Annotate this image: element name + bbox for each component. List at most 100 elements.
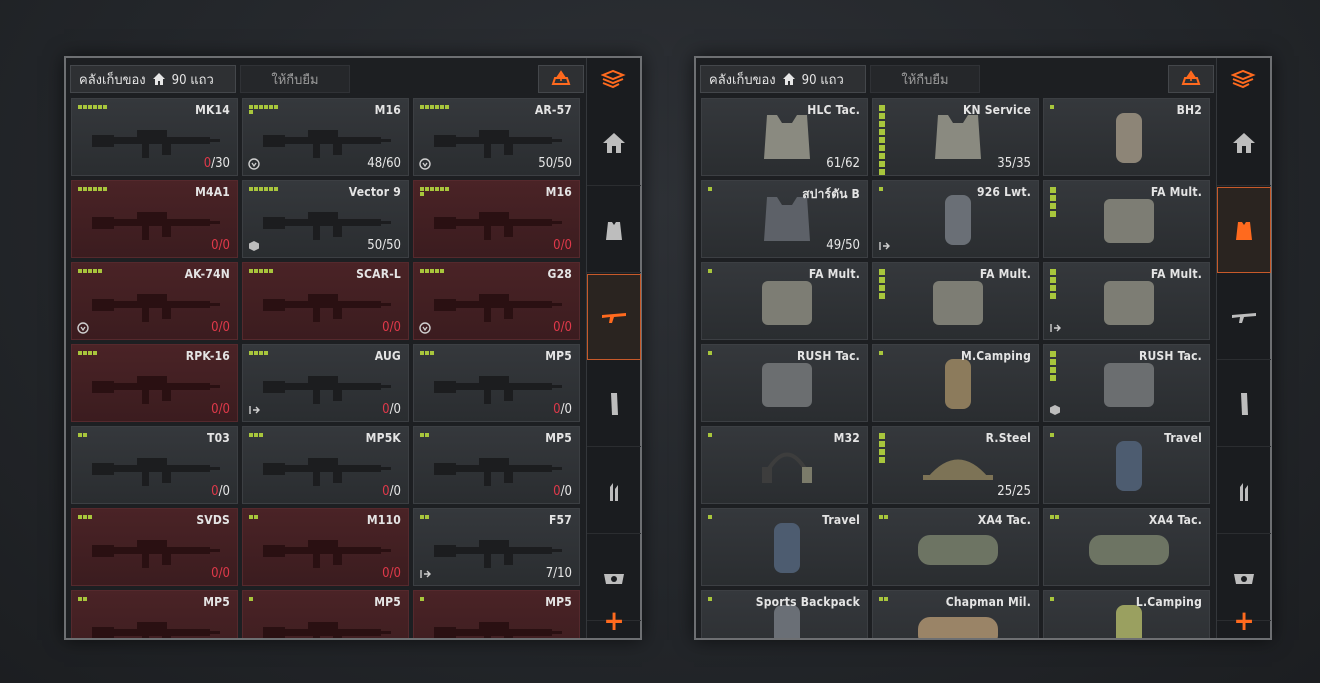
- weapon-name: MP5K: [365, 431, 401, 445]
- weapon-slot[interactable]: MP5: [71, 590, 238, 638]
- exit-icon: [879, 242, 890, 250]
- weapon-slot[interactable]: SCAR-L 0/0: [242, 262, 409, 340]
- gear-name: FA Mult.: [1150, 267, 1202, 281]
- storage-tab[interactable]: คลังเก็บของ 90 แถว: [700, 65, 866, 93]
- shield-icon: [419, 158, 431, 170]
- weapon-slot[interactable]: M110 0/0: [242, 508, 409, 586]
- weapon-slot[interactable]: G28 0/0: [413, 262, 580, 340]
- exit-icon: [249, 406, 260, 414]
- weapon-slot[interactable]: F57 7/10: [413, 508, 580, 586]
- weapon-name: M4A1: [195, 185, 230, 199]
- size-indicator: [249, 515, 281, 519]
- armor-icon[interactable]: [587, 187, 641, 273]
- gear-slot[interactable]: XA4 Tac.: [872, 508, 1039, 586]
- gear-slot[interactable]: 926 Lwt.: [872, 180, 1039, 258]
- ammo-icon[interactable]: [1217, 448, 1271, 534]
- gun-icon[interactable]: [587, 274, 641, 360]
- magazine-icon[interactable]: [587, 361, 641, 447]
- weapon-name: Vector 9: [348, 185, 401, 199]
- ammo-current: 50: [367, 238, 383, 253]
- gear-name: สปาร์ตัน B: [802, 187, 860, 201]
- weapon-slot[interactable]: M16 0/0: [413, 180, 580, 258]
- storage-topbar: คลังเก็บของ 90 แถว ให้กืบยืม: [700, 64, 1214, 94]
- weapon-slot[interactable]: MK14 0/30: [71, 98, 238, 176]
- home-icon[interactable]: [1217, 100, 1271, 186]
- rent-tab[interactable]: ให้กืบยืม: [870, 65, 980, 93]
- weapon-slot[interactable]: AUG 0/0: [242, 344, 409, 422]
- weapon-slot[interactable]: MP5: [242, 590, 409, 638]
- add-button[interactable]: +: [1217, 602, 1271, 638]
- ammo-count: 0/30: [204, 156, 230, 171]
- gear-slot[interactable]: FA Mult.: [872, 262, 1039, 340]
- weapon-name: T03: [207, 431, 230, 445]
- ammo-max: /0: [389, 402, 401, 417]
- rent-tab[interactable]: ให้กืบยืม: [240, 65, 350, 93]
- weapon-slot[interactable]: MP5 0/0: [413, 344, 580, 422]
- weapon-image: [263, 376, 391, 404]
- gear-slot[interactable]: KN Service 35/35: [872, 98, 1039, 176]
- gear-slot[interactable]: FA Mult.: [1043, 180, 1210, 258]
- gear-slot[interactable]: FA Mult.: [701, 262, 868, 340]
- gear-slot[interactable]: Sports Backpack: [701, 590, 868, 638]
- weapon-slot[interactable]: MP5K 0/0: [242, 426, 409, 504]
- ammo-max: /50: [553, 156, 572, 171]
- gear-slot[interactable]: L.Camping: [1043, 590, 1210, 638]
- gear-image: [762, 281, 812, 325]
- gear-name: Travel: [1164, 431, 1202, 445]
- armor-icon[interactable]: [1217, 187, 1271, 273]
- sell-icon: [551, 70, 571, 85]
- gear-slot[interactable]: XA4 Tac.: [1043, 508, 1210, 586]
- gear-slot[interactable]: สปาร์ตัน B 49/50: [701, 180, 868, 258]
- ammo-icon[interactable]: [587, 448, 641, 534]
- weapon-slot[interactable]: M4A1 0/0: [71, 180, 238, 258]
- ammo-current: 0: [382, 484, 390, 499]
- ammo-current: 0: [553, 402, 561, 417]
- size-indicator: [879, 269, 893, 300]
- gear-slot[interactable]: R.Steel 25/25: [872, 426, 1039, 504]
- ammo-current: 0: [211, 320, 219, 335]
- weapon-slot[interactable]: AR-57 50/50: [413, 98, 580, 176]
- weapon-name: AK-74N: [184, 267, 230, 281]
- gear-name: RUSH Tac.: [1138, 349, 1202, 363]
- gear-name: Travel: [822, 513, 860, 527]
- gear-slot[interactable]: RUSH Tac.: [701, 344, 868, 422]
- storage-swap-icon[interactable]: [1217, 58, 1271, 100]
- weapon-slot[interactable]: RPK-16 0/0: [71, 344, 238, 422]
- weapon-slot[interactable]: MP5: [413, 590, 580, 638]
- weapon-slot[interactable]: SVDS 0/0: [71, 508, 238, 586]
- ammo-max: /0: [389, 320, 401, 335]
- gear-slot[interactable]: FA Mult.: [1043, 262, 1210, 340]
- gear-image: [1104, 363, 1154, 407]
- weapon-image: [92, 376, 220, 404]
- weapon-slot[interactable]: MP5 0/0: [413, 426, 580, 504]
- weapon-image: [92, 540, 220, 568]
- size-indicator: [78, 515, 110, 519]
- ammo-current: 0: [553, 320, 561, 335]
- ammo-max: /0: [389, 566, 401, 581]
- storage-swap-icon[interactable]: [587, 58, 641, 100]
- gear-slot[interactable]: BH2: [1043, 98, 1210, 176]
- gear-slot[interactable]: Travel: [701, 508, 868, 586]
- gear-storage-panel: คลังเก็บของ 90 แถว ให้กืบยืม HLC Tac. 61/…: [694, 56, 1272, 640]
- gear-slot[interactable]: HLC Tac. 61/62: [701, 98, 868, 176]
- weapon-slot[interactable]: Vector 9 50/50: [242, 180, 409, 258]
- gun-icon[interactable]: [1217, 274, 1271, 360]
- sell-button[interactable]: [538, 65, 584, 93]
- weapon-image: [263, 622, 391, 638]
- sell-button[interactable]: [1168, 65, 1214, 93]
- magazine-icon[interactable]: [1217, 361, 1271, 447]
- weapon-slot[interactable]: AK-74N 0/0: [71, 262, 238, 340]
- storage-tab[interactable]: คลังเก็บของ 90 แถว: [70, 65, 236, 93]
- gear-slot[interactable]: M.Camping: [872, 344, 1039, 422]
- gear-slot[interactable]: Chapman Mil.: [872, 590, 1039, 638]
- size-indicator: [249, 351, 281, 355]
- gear-slot[interactable]: Travel: [1043, 426, 1210, 504]
- gear-name: Sports Backpack: [755, 595, 860, 609]
- ammo-count: 0/0: [211, 566, 230, 581]
- weapon-slot[interactable]: M16 48/60: [242, 98, 409, 176]
- gear-slot[interactable]: RUSH Tac.: [1043, 344, 1210, 422]
- weapon-slot[interactable]: T03 0/0: [71, 426, 238, 504]
- home-icon[interactable]: [587, 100, 641, 186]
- add-button[interactable]: +: [587, 602, 641, 638]
- gear-slot[interactable]: M32: [701, 426, 868, 504]
